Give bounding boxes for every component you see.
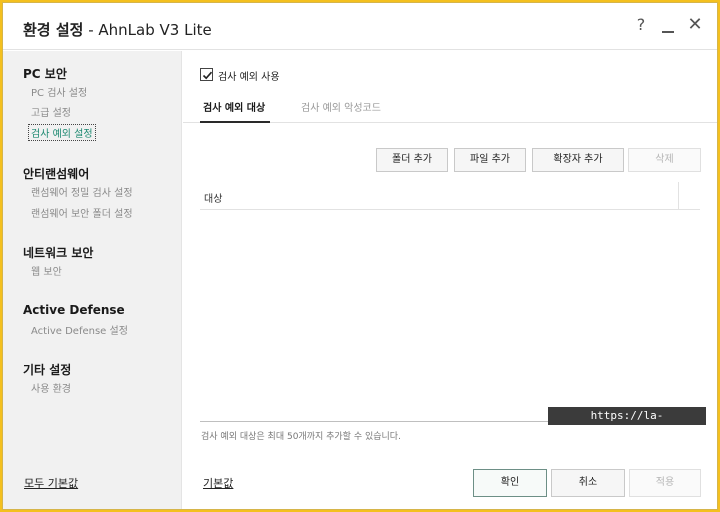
sidebar-item-usage-environment[interactable]: 사용 환경 (31, 380, 71, 395)
minimize-icon[interactable] (657, 14, 679, 36)
ok-button[interactable]: 확인 (473, 469, 547, 497)
title-bar: 환경 설정 - AhnLab V3 Lite ? ✕ (3, 3, 717, 50)
add-folder-button[interactable]: 폴더 추가 (376, 148, 448, 172)
help-icon[interactable]: ? (630, 14, 652, 36)
close-icon[interactable]: ✕ (684, 14, 706, 36)
column-separator (678, 182, 679, 210)
apply-button[interactable]: 적용 (629, 469, 701, 497)
delete-button[interactable]: 삭제 (628, 148, 701, 172)
sidebar-item-active-defense-settings[interactable]: Active Defense 설정 (31, 322, 128, 337)
sidebar-item-ransomware-secure-folder[interactable]: 랜섬웨어 보안 폴더 설정 (31, 205, 133, 220)
add-file-button[interactable]: 파일 추가 (454, 148, 526, 172)
watermark-url: https://la-nube.tistory.com (548, 407, 706, 440)
exception-limit-note: 검사 예외 대상은 최대 50개까지 추가할 수 있습니다. (201, 432, 401, 442)
sidebar-item-advanced-settings[interactable]: 고급 설정 (31, 104, 71, 119)
tab-bar: 검사 예외 대상 검사 예외 악성코드 (183, 91, 717, 123)
sidebar: PC 보안 PC 검사 설정 고급 설정 검사 예외 설정 안티랜섬웨어 랜섬웨… (3, 51, 182, 509)
tab-exception-targets[interactable]: 검사 예외 대상 (203, 99, 265, 114)
sidebar-section-pc-security[interactable]: PC 보안 (23, 65, 67, 82)
sidebar-item-scan-exceptions[interactable]: 검사 예외 설정 (28, 124, 96, 141)
tab-exception-malware[interactable]: 검사 예외 악성코드 (301, 99, 381, 114)
window-title-app: AhnLab V3 Lite (98, 21, 212, 39)
sidebar-section-active-defense[interactable]: Active Defense (23, 303, 125, 317)
enable-exceptions-label: 검사 예외 사용 (218, 72, 280, 83)
sidebar-section-network-security[interactable]: 네트워크 보안 (23, 244, 93, 261)
sidebar-section-other-settings[interactable]: 기타 설정 (23, 361, 71, 378)
window-title: 환경 설정 - AhnLab V3 Lite (23, 21, 212, 39)
sidebar-section-anti-ransomware[interactable]: 안티랜섬웨어 (23, 165, 89, 182)
exception-list[interactable]: 대상 (200, 182, 700, 422)
sidebar-item-web-security[interactable]: 웹 보안 (31, 263, 62, 278)
list-header: 대상 (200, 182, 700, 210)
checkmark-icon (202, 71, 213, 80)
reset-link[interactable]: 기본값 (203, 475, 233, 491)
sidebar-item-ransomware-deep-scan[interactable]: 랜섬웨어 정밀 검사 설정 (31, 184, 133, 199)
enable-exceptions-checkbox[interactable] (200, 68, 213, 81)
cancel-button[interactable]: 취소 (551, 469, 625, 497)
sidebar-item-pc-scan-settings[interactable]: PC 검사 설정 (31, 84, 87, 99)
active-tab-indicator (200, 121, 270, 123)
column-header-target[interactable]: 대상 (204, 190, 222, 205)
add-extension-button[interactable]: 확장자 추가 (532, 148, 624, 172)
window-title-bold: 환경 설정 (23, 21, 84, 39)
reset-all-link[interactable]: 모두 기본값 (24, 475, 78, 491)
